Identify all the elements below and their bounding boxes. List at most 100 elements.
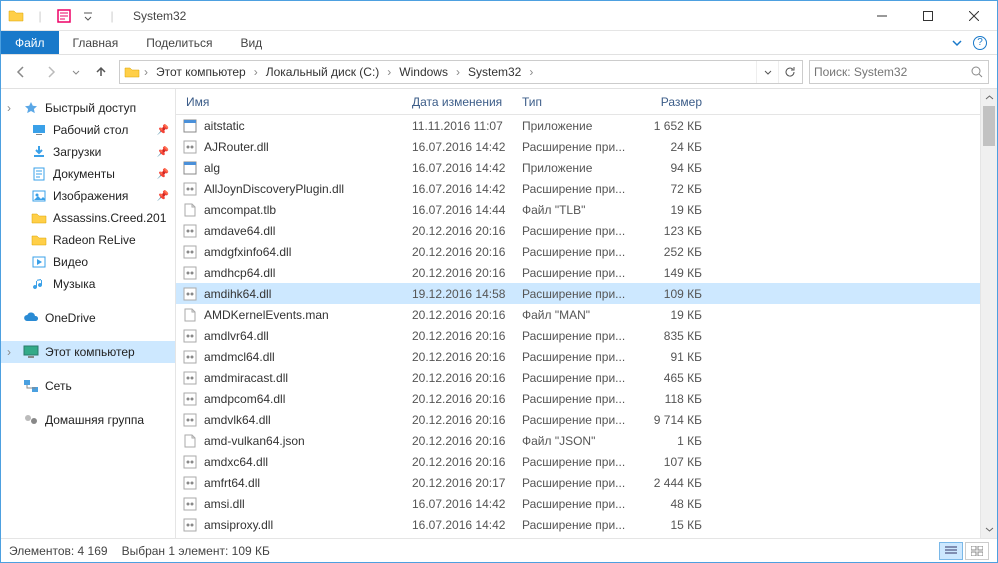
file-type: Расширение при... <box>522 329 630 343</box>
file-name: amd-vulkan64.json <box>204 434 305 448</box>
view-details-button[interactable] <box>939 542 963 560</box>
crumb-windows[interactable]: Windows <box>393 65 454 79</box>
qat-dropdown-icon[interactable] <box>77 5 99 27</box>
nav-label: Assassins.Creed.201 <box>53 211 166 225</box>
nav-quick-item[interactable]: Загрузки📌 <box>1 141 175 163</box>
file-size: 1 652 КБ <box>630 119 720 133</box>
file-date: 16.07.2016 14:44 <box>412 203 522 217</box>
search-box[interactable] <box>809 60 989 84</box>
nav-label: Radeon ReLive <box>53 233 136 247</box>
chevron-right-icon[interactable]: › <box>252 65 260 79</box>
ribbon-tab-home[interactable]: Главная <box>59 31 133 54</box>
ribbon-tab-file[interactable]: Файл <box>1 31 59 54</box>
nav-quick-item[interactable]: Рабочий стол📌 <box>1 119 175 141</box>
file-type: Файл "JSON" <box>522 434 630 448</box>
ribbon-expand-icon[interactable] <box>951 37 963 49</box>
file-type: Расширение при... <box>522 224 630 238</box>
file-row[interactable]: amd-vulkan64.json20.12.2016 20:16Файл "J… <box>176 430 980 451</box>
file-date: 20.12.2016 20:16 <box>412 266 522 280</box>
column-size[interactable]: Размер <box>630 95 720 109</box>
file-type: Приложение <box>522 161 630 175</box>
file-row[interactable]: amsiproxy.dll16.07.2016 14:42Расширение … <box>176 514 980 535</box>
dll-icon <box>182 265 198 281</box>
file-name: amdgfxinfo64.dll <box>204 245 291 259</box>
nav-quick-item[interactable]: Музыка <box>1 273 175 295</box>
file-row[interactable]: amfrt64.dll20.12.2016 20:17Расширение пр… <box>176 472 980 493</box>
file-row[interactable]: amdxc64.dll20.12.2016 20:16Расширение пр… <box>176 451 980 472</box>
documents-icon <box>31 166 47 182</box>
file-row[interactable]: AllJoynDiscoveryPlugin.dll16.07.2016 14:… <box>176 178 980 199</box>
chevron-right-icon[interactable]: › <box>527 65 535 79</box>
ribbon-tab-share[interactable]: Поделиться <box>132 31 226 54</box>
file-row[interactable]: aitstatic11.11.2016 11:07Приложение1 652… <box>176 115 980 136</box>
file-date: 20.12.2016 20:16 <box>412 392 522 406</box>
address-bar[interactable]: › Этот компьютер › Локальный диск (C:) ›… <box>119 60 803 84</box>
maximize-button[interactable] <box>905 1 951 31</box>
refresh-button[interactable] <box>778 61 800 83</box>
nav-quick-item[interactable]: Assassins.Creed.201 <box>1 207 175 229</box>
forward-button[interactable] <box>39 60 63 84</box>
chevron-right-icon[interactable]: › <box>454 65 462 79</box>
view-icons-button[interactable] <box>965 542 989 560</box>
properties-icon[interactable] <box>53 5 75 27</box>
file-row[interactable]: amdpcom64.dll20.12.2016 20:16Расширение … <box>176 388 980 409</box>
scroll-thumb[interactable] <box>983 106 995 146</box>
nav-label: Домашняя группа <box>45 413 144 427</box>
scroll-down-icon[interactable] <box>981 521 997 538</box>
file-name: AMDKernelEvents.man <box>204 308 329 322</box>
scroll-up-icon[interactable] <box>981 89 997 106</box>
file-row[interactable]: amcompat.tlb16.07.2016 14:44Файл "TLB"19… <box>176 199 980 220</box>
file-row[interactable]: amsi.dll16.07.2016 14:42Расширение при..… <box>176 493 980 514</box>
address-dropdown[interactable] <box>756 61 778 83</box>
file-row[interactable]: amdmcl64.dll20.12.2016 20:16Расширение п… <box>176 346 980 367</box>
back-button[interactable] <box>9 60 33 84</box>
column-type[interactable]: Тип <box>522 95 630 109</box>
file-size: 72 КБ <box>630 182 720 196</box>
file-row[interactable]: amdhcp64.dll20.12.2016 20:16Расширение п… <box>176 262 980 283</box>
column-name[interactable]: Имя <box>182 95 412 109</box>
minimize-button[interactable] <box>859 1 905 31</box>
exe-icon <box>182 160 198 176</box>
file-name: amdave64.dll <box>204 224 275 238</box>
nav-network[interactable]: Сеть <box>1 375 175 397</box>
scroll-track[interactable] <box>981 106 997 521</box>
crumb-system32[interactable]: System32 <box>462 65 527 79</box>
file-name: AllJoynDiscoveryPlugin.dll <box>204 182 344 196</box>
file-date: 20.12.2016 20:16 <box>412 329 522 343</box>
nav-quick-access[interactable]: › Быстрый доступ <box>1 97 175 119</box>
nav-this-pc[interactable]: › Этот компьютер <box>1 341 175 363</box>
file-row[interactable]: amdmiracast.dll20.12.2016 20:16Расширени… <box>176 367 980 388</box>
column-date[interactable]: Дата изменения <box>412 95 522 109</box>
crumb-thispc[interactable]: Этот компьютер <box>150 65 252 79</box>
file-row[interactable]: amdvlk64.dll20.12.2016 20:16Расширение п… <box>176 409 980 430</box>
nav-quick-item[interactable]: Radeon ReLive <box>1 229 175 251</box>
help-icon[interactable]: ? <box>973 36 987 50</box>
file-row[interactable]: AMDKernelEvents.man20.12.2016 20:16Файл … <box>176 304 980 325</box>
nav-quick-item[interactable]: Документы📌 <box>1 163 175 185</box>
close-button[interactable] <box>951 1 997 31</box>
crumb-drive[interactable]: Локальный диск (C:) <box>260 65 386 79</box>
recent-dropdown[interactable] <box>69 60 83 84</box>
file-row[interactable]: alg16.07.2016 14:42Приложение94 КБ <box>176 157 980 178</box>
file-row[interactable]: AJRouter.dll16.07.2016 14:42Расширение п… <box>176 136 980 157</box>
file-size: 15 КБ <box>630 518 720 532</box>
nav-onedrive[interactable]: OneDrive <box>1 307 175 329</box>
file-row[interactable]: amdihk64.dll19.12.2016 14:58Расширение п… <box>176 283 980 304</box>
search-input[interactable] <box>814 65 970 79</box>
up-button[interactable] <box>89 60 113 84</box>
vertical-scrollbar[interactable] <box>980 89 997 538</box>
chevron-right-icon[interactable]: › <box>142 65 150 79</box>
file-row[interactable]: amdave64.dll20.12.2016 20:16Расширение п… <box>176 220 980 241</box>
file-row[interactable]: amdgfxinfo64.dll20.12.2016 20:16Расширен… <box>176 241 980 262</box>
file-size: 835 КБ <box>630 329 720 343</box>
folder-icon <box>5 5 27 27</box>
file-size: 118 КБ <box>630 392 720 406</box>
file-size: 94 КБ <box>630 161 720 175</box>
file-row[interactable]: amdlvr64.dll20.12.2016 20:16Расширение п… <box>176 325 980 346</box>
nav-quick-item[interactable]: Изображения📌 <box>1 185 175 207</box>
nav-quick-item[interactable]: Видео <box>1 251 175 273</box>
chevron-right-icon[interactable]: › <box>385 65 393 79</box>
nav-homegroup[interactable]: Домашняя группа <box>1 409 175 431</box>
search-icon[interactable] <box>970 65 984 79</box>
ribbon-tab-view[interactable]: Вид <box>226 31 276 54</box>
